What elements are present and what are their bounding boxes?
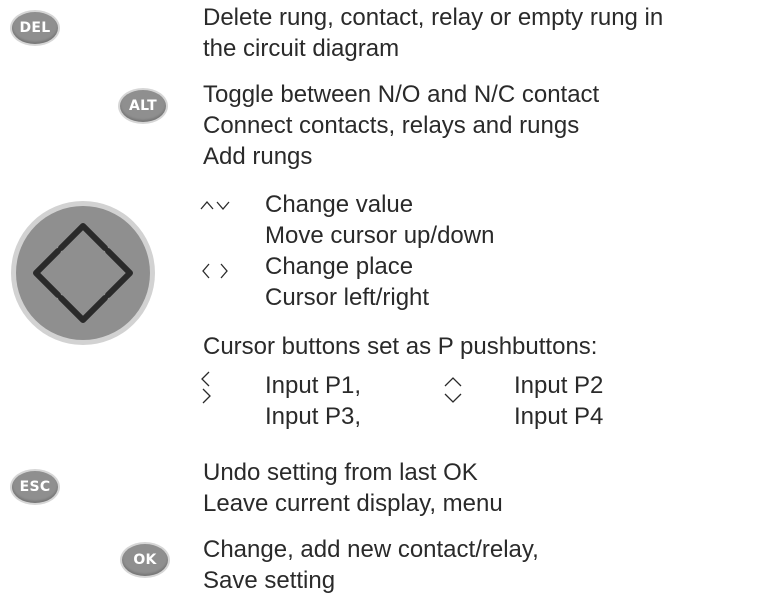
up-arrow-icon [444, 376, 462, 388]
del-description-line-2: the circuit diagram [203, 35, 400, 62]
alt-description-line-2: Connect contacts, relays and rungs [203, 112, 580, 139]
alt-description-line-1: Toggle between N/O and N/C contact [203, 81, 600, 108]
up-down-arrows-icon [200, 198, 230, 212]
pushbutton-heading: Cursor buttons set as P pushbuttons: [203, 333, 598, 360]
input-p4-text: Input P4 [514, 403, 604, 430]
right-arrow-icon [200, 388, 212, 404]
alt-button[interactable]: ALT [120, 90, 166, 122]
cursor-left-right-text: Cursor left/right [265, 284, 430, 311]
ok-description-line-2: Save setting [203, 567, 336, 594]
del-button[interactable]: DEL [12, 12, 58, 44]
cursor-pad-icon[interactable] [8, 198, 158, 348]
del-description-line-1: Delete rung, contact, relay or empty run… [203, 4, 664, 31]
input-p1-text: Input P1, [265, 372, 362, 399]
down-arrow-icon [444, 392, 462, 404]
left-arrow-icon [200, 371, 212, 387]
esc-description-line-1: Undo setting from last OK [203, 459, 478, 486]
change-place-text: Change place [265, 253, 414, 280]
move-cursor-text: Move cursor up/down [265, 222, 495, 249]
esc-button[interactable]: ESC [12, 471, 58, 503]
input-p2-text: Input P2 [514, 372, 604, 399]
left-right-arrows-icon [201, 262, 229, 280]
change-value-text: Change value [265, 191, 414, 218]
ok-button[interactable]: OK [122, 544, 168, 576]
input-p3-text: Input P3, [265, 403, 362, 430]
alt-description-line-3: Add rungs [203, 143, 313, 170]
ok-description-line-1: Change, add new contact/relay, [203, 536, 539, 563]
esc-description-line-2: Leave current display, menu [203, 490, 503, 517]
